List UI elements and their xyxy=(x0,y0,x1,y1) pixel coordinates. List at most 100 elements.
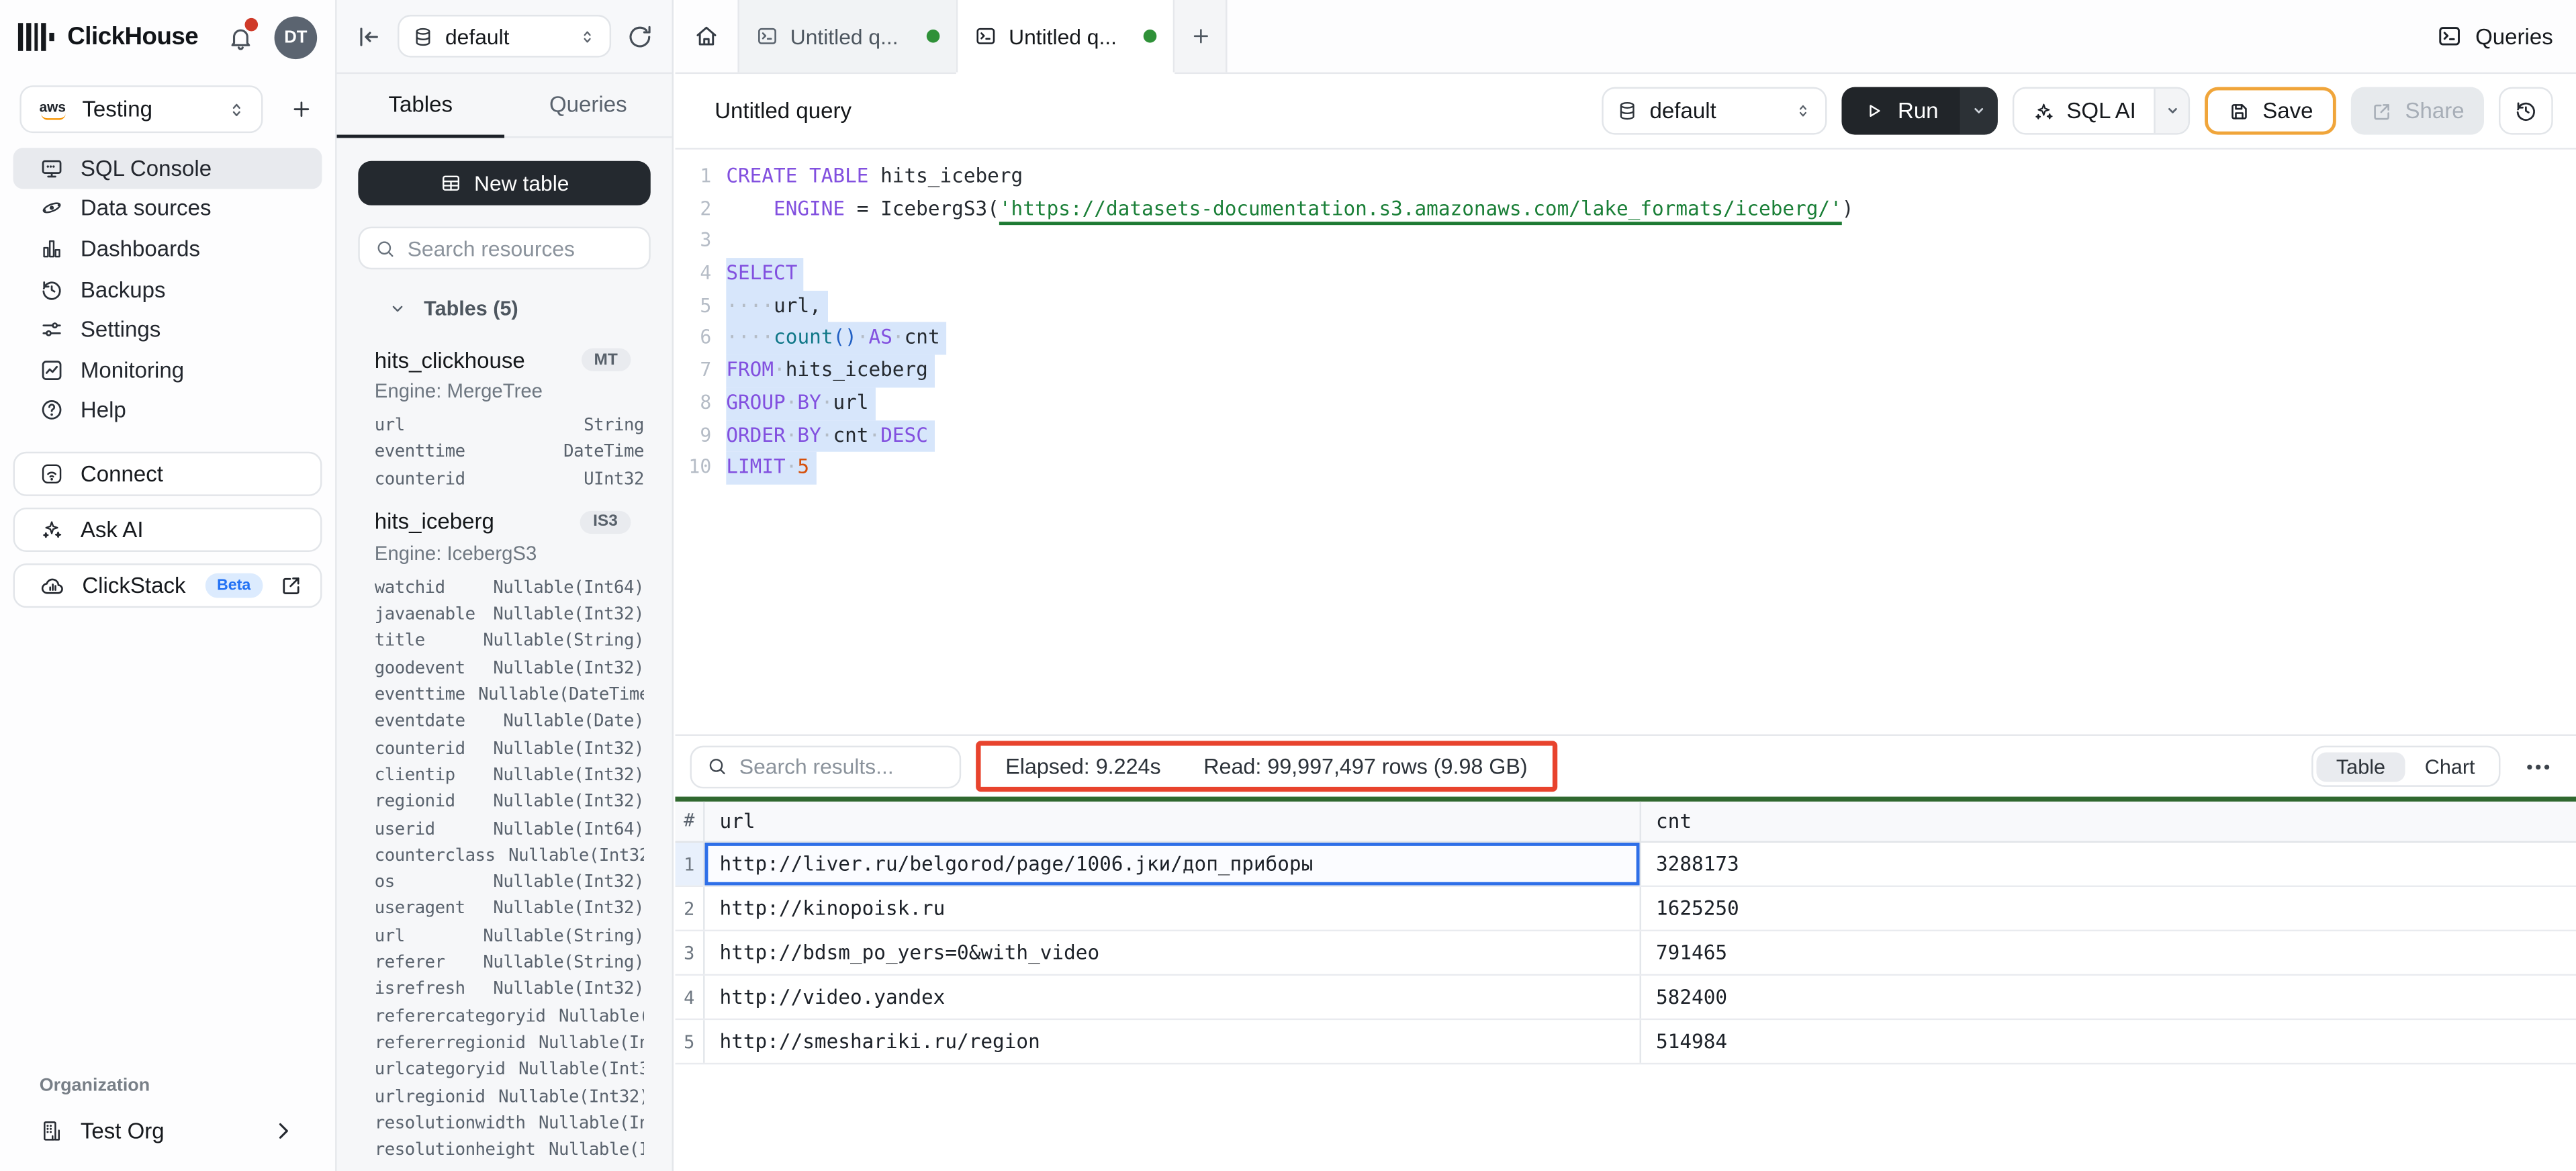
token-pl: · xyxy=(786,455,798,478)
document-tab-2[interactable]: Untitled q... xyxy=(956,0,1175,73)
main-area: Untitled q...Untitled q... Queries Untit… xyxy=(675,0,2576,1171)
token-pl: ···· xyxy=(726,326,774,348)
search-results-input[interactable] xyxy=(739,755,945,780)
run-options-caret[interactable] xyxy=(1960,87,1997,135)
url-cell[interactable]: http://bdsm_po_yers=0&with_video xyxy=(705,931,1641,974)
toggle-table[interactable]: Table xyxy=(2317,752,2405,782)
share-button[interactable]: Share xyxy=(2351,87,2484,135)
sidebar-item-monitoring[interactable]: Monitoring xyxy=(13,350,322,390)
url-cell[interactable]: http://video.yandex xyxy=(705,976,1641,1019)
chevron-right-icon xyxy=(271,1119,296,1143)
result-row-2[interactable]: 2http://kinopoisk.ru1625250 xyxy=(675,887,2576,931)
column-row: isrefreshNullable(Int32) xyxy=(375,976,644,1003)
line-content: CREATE TABLE hits_iceberg xyxy=(726,161,1023,193)
column-row: urlregionidNullable(Int32) xyxy=(375,1083,644,1110)
result-row-5[interactable]: 5http://smeshariki.ru/region514984 xyxy=(675,1020,2576,1064)
collapse-panel-button[interactable] xyxy=(355,22,383,50)
table-item-hits_iceberg[interactable]: hits_icebergIS3 xyxy=(337,508,672,537)
new-tab-button[interactable] xyxy=(1175,0,1227,73)
schema-list: hits_clickhouseMT Engine: MergeTree urlStr… xyxy=(337,324,672,1164)
url-cell[interactable]: http://smeshariki.ru/region xyxy=(705,1020,1641,1063)
result-row-1[interactable]: 1http://liver.ru/belgorod/page/1006.jки/… xyxy=(675,843,2576,887)
tables-section-toggle[interactable]: Tables (5) xyxy=(337,294,672,324)
sql-editor[interactable]: 1CREATE TABLE hits_iceberg2 ENGINE = Ice… xyxy=(675,151,2576,734)
sql-ai-options-caret[interactable] xyxy=(2154,89,2189,133)
sql-ai-button[interactable]: SQL AI xyxy=(2013,87,2191,135)
code-line-1: 1CREATE TABLE hits_iceberg xyxy=(675,161,2576,193)
editor-database-selector[interactable]: default xyxy=(1602,87,1827,135)
whitespace-dot: · xyxy=(726,326,738,348)
add-service-button[interactable] xyxy=(283,91,319,128)
column-type: UInt32 xyxy=(571,466,644,493)
sidebar-item-help[interactable]: Help xyxy=(13,390,322,430)
sidebar-item-backups[interactable]: Backups xyxy=(13,269,322,310)
table-name: hits_clickhouse xyxy=(375,347,525,372)
workspace-selector[interactable]: aws Testing xyxy=(19,85,263,133)
table-engine: Engine: MergeTree xyxy=(337,379,672,404)
result-row-3[interactable]: 3http://bdsm_po_yers=0&with_video791465 xyxy=(675,931,2576,976)
tab-tables[interactable]: Tables xyxy=(337,74,505,138)
notifications-bell-icon[interactable] xyxy=(227,22,255,52)
more-options-button[interactable] xyxy=(2524,752,2553,782)
unsaved-indicator xyxy=(927,30,940,43)
cnt-cell[interactable]: 514984 xyxy=(1641,1020,2576,1063)
run-button[interactable]: Run xyxy=(1842,87,1998,135)
row-number: 2 xyxy=(675,887,704,930)
tab-queries[interactable]: Queries xyxy=(504,74,672,138)
database-selector[interactable]: default xyxy=(398,15,611,58)
cnt-cell[interactable]: 1625250 xyxy=(1641,887,2576,930)
column-row: titleNullable(String) xyxy=(375,628,644,655)
sidebar-item-label: Monitoring xyxy=(81,358,184,383)
cnt-cell[interactable]: 3288173 xyxy=(1641,843,2576,886)
panel-topbar: default xyxy=(337,0,672,74)
url-cell[interactable]: http://liver.ru/belgorod/page/1006.jки/д… xyxy=(705,843,1641,886)
column-name: resolutionheight xyxy=(375,1137,536,1164)
connect-button[interactable]: Connect xyxy=(13,452,322,496)
search-resources-input[interactable] xyxy=(408,236,635,261)
clickhouse-sql-console: ClickHouse DT aws Testing SQL ConsoleDat… xyxy=(0,0,2576,1171)
play-icon xyxy=(1864,100,1885,122)
save-button[interactable]: Save xyxy=(2205,87,2336,135)
results-header-row: #urlcnt xyxy=(675,801,2576,843)
cnt-cell[interactable]: 791465 xyxy=(1641,931,2576,974)
column-name: goodevent xyxy=(375,655,465,682)
url-cell[interactable]: http://kinopoisk.ru xyxy=(705,887,1641,930)
code-line-9: 9ORDER·BY·cnt·DESC xyxy=(675,420,2576,452)
whitespace-dot: · xyxy=(821,423,833,446)
column-row: referercategoryidNullable(I xyxy=(375,1003,644,1030)
code-line-3: 3 xyxy=(675,226,2576,258)
sidebar-item-dashboards[interactable]: Dashboards xyxy=(13,229,322,269)
sidebar-item-sql-console[interactable]: SQL Console xyxy=(13,148,322,188)
query-history-button[interactable] xyxy=(2499,87,2553,135)
query-title: Untitled query xyxy=(715,99,852,124)
clickstack-button[interactable]: ClickStack Beta xyxy=(13,564,322,608)
result-row-4[interactable]: 4http://video.yandex582400 xyxy=(675,976,2576,1020)
new-table-button[interactable]: New table xyxy=(358,161,650,205)
cnt-cell[interactable]: 582400 xyxy=(1641,976,2576,1019)
ask-ai-label: Ask AI xyxy=(81,518,144,543)
line-number: 9 xyxy=(675,420,711,452)
table-grid-icon xyxy=(440,173,461,194)
sidebar-item-data-sources[interactable]: Data sources xyxy=(13,188,322,228)
column-row: urlString xyxy=(375,412,644,439)
line-number: 5 xyxy=(675,290,711,322)
ask-ai-button[interactable]: Ask AI xyxy=(13,508,322,552)
table-item-hits_clickhouse[interactable]: hits_clickhouseMT xyxy=(337,345,672,375)
column-name: counterclass xyxy=(375,843,496,870)
column-name: javaenable xyxy=(375,602,475,628)
code-line-8: 8GROUP·BY·url xyxy=(675,387,2576,420)
column-name: isrefresh xyxy=(375,976,465,1003)
line-number: 10 xyxy=(675,452,711,484)
column-row: counterclassNullable(Int32) xyxy=(375,843,644,870)
refresh-button[interactable] xyxy=(626,22,654,50)
sidebar-item-settings[interactable]: Settings xyxy=(13,310,322,350)
user-avatar[interactable]: DT xyxy=(275,15,318,58)
queries-button[interactable]: Queries xyxy=(2436,11,2552,60)
row-number: 4 xyxy=(675,976,704,1019)
organization-switcher[interactable]: Test Org xyxy=(13,1111,322,1152)
column-name: eventtime xyxy=(375,439,465,466)
table-name: hits_iceberg xyxy=(375,510,494,534)
home-button[interactable] xyxy=(675,0,737,73)
toggle-chart[interactable]: Chart xyxy=(2405,752,2495,782)
document-tab-1[interactable]: Untitled q... xyxy=(737,0,956,73)
